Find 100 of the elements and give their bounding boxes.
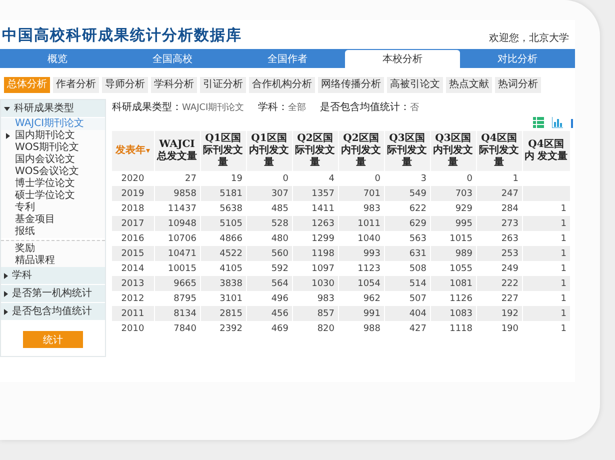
sub-tab[interactable]: 学科分析 — [151, 77, 197, 93]
table-cell: 1030 — [312, 278, 334, 288]
table-cell: 1 — [512, 174, 518, 184]
nav-tab[interactable]: 全国作者 — [230, 49, 345, 68]
sub-tab[interactable]: 网络传播分析 — [318, 77, 384, 93]
table-cell: 456 — [271, 308, 288, 318]
column-header[interactable]: Q1区国内刊发文量 — [246, 131, 292, 171]
sidebar-section[interactable]: 学科 — [1, 267, 105, 285]
filter-value: 否 — [410, 103, 420, 113]
table-cell: 2012 — [121, 294, 144, 304]
table-cell: 1299 — [312, 234, 334, 244]
table-cell: 3838 — [220, 278, 242, 288]
table-cell: 1011 — [358, 218, 380, 228]
site-title: 中国高校科研成果统计分析数据库 — [2, 26, 242, 45]
table-cell: 2011 — [121, 308, 144, 318]
table-cell: 1263 — [312, 218, 334, 228]
table-cell: 592 — [271, 264, 288, 274]
table-cell: 1081 — [450, 278, 472, 288]
table-cell: 3101 — [220, 294, 242, 304]
table-cell: 528 — [271, 218, 288, 228]
table-cell: 703 — [455, 188, 472, 198]
nav-tab[interactable]: 概览 — [0, 49, 115, 68]
table-cell: 10706 — [168, 234, 196, 244]
table-cell: 1357 — [312, 188, 334, 198]
column-header[interactable]: WAJCI总发文量 — [154, 131, 200, 171]
table-cell: 496 — [271, 294, 288, 304]
table-cell: 307 — [271, 188, 288, 198]
welcome-text: 欢迎您，北京大学 — [489, 32, 569, 45]
table-cell: 2020 — [121, 174, 144, 184]
table-cell: 1 — [560, 204, 566, 214]
table-cell: 2010 — [121, 324, 144, 334]
table-cell: 227 — [501, 294, 518, 304]
column-header[interactable]: Q3区国内刊发文量 — [430, 131, 476, 171]
sidebar-item[interactable]: WAJCI期刊论文 — [1, 118, 105, 130]
list-icon[interactable] — [533, 117, 544, 128]
chart-icon[interactable] — [571, 117, 575, 128]
sidebar-section[interactable]: 是否包含均值统计 — [1, 303, 105, 321]
column-header[interactable]: Q4区国际刊发文量 — [476, 131, 522, 171]
sidebar-item[interactable]: 专利 — [1, 202, 105, 214]
nav-tab[interactable]: 全国高校 — [115, 49, 230, 68]
filter-value: 全部 — [288, 103, 306, 113]
sub-tab[interactable]: 导师分析 — [102, 77, 148, 93]
nav-tab[interactable]: 本校分析 — [345, 50, 460, 68]
table-cell: 4 — [328, 174, 334, 184]
table-cell: 1015 — [450, 234, 472, 244]
sidebar-item[interactable]: 硕士学位论文 — [1, 190, 105, 202]
sub-tab[interactable]: 高被引论文 — [387, 77, 443, 93]
table-cell: 1 — [560, 324, 566, 334]
nav-tab[interactable]: 对比分析 — [460, 49, 575, 68]
table-cell: 0 — [374, 174, 380, 184]
table-cell: 1118 — [450, 324, 472, 334]
table-cell: 983 — [363, 204, 380, 214]
table-cell: 857 — [317, 308, 334, 318]
sort-down-icon — [146, 149, 150, 153]
table-cell: 820 — [317, 324, 334, 334]
table-cell: 11437 — [168, 204, 196, 214]
table-cell: 622 — [409, 204, 426, 214]
column-header[interactable]: Q4区国内 发文量 — [522, 131, 570, 171]
sidebar-item[interactable]: 报纸 — [1, 226, 105, 238]
sidebar-item[interactable]: 博士学位论文 — [1, 178, 105, 190]
table-cell: 1 — [560, 278, 566, 288]
table-cell: 485 — [271, 204, 288, 214]
table-cell: 19 — [231, 174, 242, 184]
sub-tab[interactable]: 热词分析 — [495, 77, 541, 93]
table-cell: 427 — [409, 324, 426, 334]
table-cell: 1040 — [358, 234, 380, 244]
bar-chart-icon[interactable] — [552, 117, 563, 128]
table-cell: 514 — [409, 278, 426, 288]
table-cell: 631 — [409, 248, 426, 258]
filter-label: 学科： — [258, 102, 288, 113]
sidebar-item[interactable]: 奖励 — [1, 240, 105, 255]
sub-tab[interactable]: 热点文献 — [446, 77, 492, 93]
table-cell: 404 — [409, 308, 426, 318]
table-cell: 2017 — [121, 218, 144, 228]
sidebar-item[interactable]: WOS期刊论文 — [1, 142, 105, 154]
table-cell: 507 — [409, 294, 426, 304]
sidebar-item[interactable]: 精品课程 — [1, 255, 105, 267]
sidebar-item[interactable]: 国内期刊论文 — [1, 130, 105, 142]
filter-label: 是否包含均值统计： — [320, 102, 410, 113]
sub-tab[interactable]: 合作机构分析 — [249, 77, 315, 93]
table-cell: 480 — [271, 234, 288, 244]
table-cell: 1411 — [312, 204, 334, 214]
column-header[interactable]: Q3区国际刊发文量 — [384, 131, 430, 171]
table-cell: 629 — [409, 218, 426, 228]
table-cell: 1 — [560, 248, 566, 258]
sidebar-section[interactable]: 科研成果类型 — [1, 100, 105, 118]
column-header[interactable]: Q1区国际刊发文量 — [200, 131, 246, 171]
sub-tab[interactable]: 作者分析 — [53, 77, 99, 93]
sub-tab[interactable]: 引证分析 — [200, 77, 246, 93]
column-header[interactable]: Q2区国际刊发文量 — [292, 131, 338, 171]
table-cell: 190 — [501, 324, 518, 334]
table-cell: 564 — [271, 278, 288, 288]
sidebar-item[interactable]: 基金项目 — [1, 214, 105, 226]
table-cell: 222 — [501, 278, 518, 288]
table-cell: 284 — [501, 204, 518, 214]
sidebar-item[interactable]: 国内会议论文 — [1, 154, 105, 166]
table-cell: 2015 — [121, 248, 144, 258]
sidebar-item[interactable]: WOS会议论文 — [1, 166, 105, 178]
column-header[interactable]: Q2区国内刊发文量 — [338, 131, 384, 171]
sidebar-section[interactable]: 是否第一机构统计 — [1, 285, 105, 303]
